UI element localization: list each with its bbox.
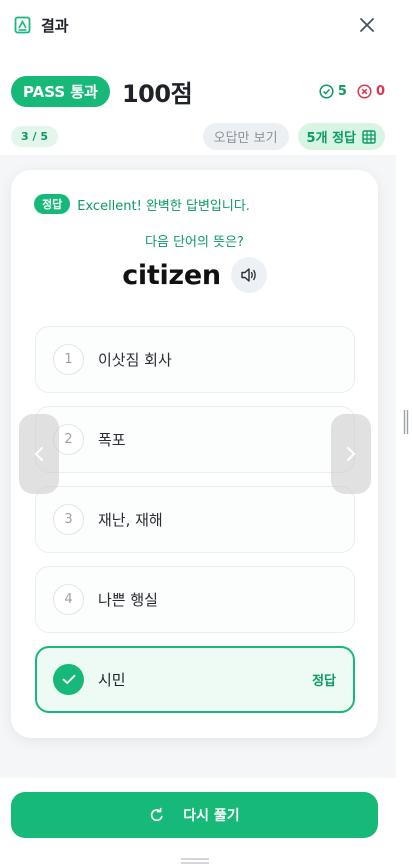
- tally: 5 0: [319, 84, 385, 99]
- page-title: 결과: [41, 16, 69, 35]
- wrong-count: 0: [357, 84, 385, 99]
- option-number: 1: [53, 344, 84, 375]
- x-circle-icon: [357, 84, 372, 99]
- close-icon[interactable]: [352, 10, 382, 40]
- chevron-right-icon: [347, 447, 356, 461]
- option-4[interactable]: 4 나쁜 행실: [35, 566, 355, 633]
- wrong-only-button[interactable]: 오답만 보기: [202, 123, 289, 150]
- correct-tag: 정답: [34, 194, 71, 214]
- correct-grid-button[interactable]: 5개 정답: [297, 123, 385, 150]
- option-number: 3: [53, 504, 84, 535]
- option-label: 이삿짐 회사: [98, 351, 172, 369]
- refresh-icon: [151, 807, 163, 822]
- retry-button[interactable]: 다시 풀기: [11, 792, 378, 838]
- option-2[interactable]: 2 폭포: [35, 406, 355, 473]
- option-label: 나쁜 행실: [98, 591, 158, 609]
- prev-button[interactable]: [19, 414, 59, 494]
- check-icon: [53, 664, 84, 695]
- correct-count: 5: [319, 84, 347, 99]
- feedback: 정답 Excellent! 완벽한 답변입니다.: [34, 194, 250, 214]
- doc-icon: [14, 16, 31, 34]
- grid-icon: [362, 129, 376, 144]
- question-card: 정답 Excellent! 완벽한 답변입니다. 다음 단어의 뜻은? citi…: [11, 170, 378, 738]
- word-row: citizen: [11, 257, 378, 293]
- header: 결과: [0, 0, 396, 50]
- option-number: 4: [53, 584, 84, 615]
- progress-indicator: 3 / 5: [11, 126, 58, 147]
- option-5-correct[interactable]: 시민 정답: [35, 646, 355, 713]
- chevron-left-icon: [34, 447, 43, 461]
- option-label: 시민: [98, 671, 126, 689]
- question-prompt: 다음 단어의 뜻은?: [145, 235, 244, 250]
- score: 100점: [121, 80, 193, 108]
- speaker-icon[interactable]: [230, 257, 267, 293]
- option-1[interactable]: 1 이삿짐 회사: [35, 326, 355, 393]
- option-label: 재난, 재해: [98, 511, 163, 529]
- app: 결과 PASS 통과 100점 5 0 3 / 5 오답만 보기 5개 정답 정…: [0, 0, 396, 867]
- drag-handle-icon: [181, 858, 209, 864]
- result-summary: PASS 통과 100점 5 0 3 / 5 오답만 보기 5개 정답: [0, 50, 396, 155]
- footer: 다시 풀기: [0, 778, 396, 867]
- feedback-message: Excellent! 완벽한 답변입니다.: [77, 198, 250, 214]
- check-circle-icon: [319, 84, 334, 99]
- option-3[interactable]: 3 재난, 재해: [35, 486, 355, 553]
- next-button[interactable]: [331, 414, 371, 494]
- question-word: citizen: [122, 259, 221, 291]
- answer-tag: 정답: [312, 674, 336, 689]
- option-label: 폭포: [98, 431, 126, 449]
- pass-badge: PASS 통과: [11, 76, 110, 107]
- resize-grip-icon[interactable]: [403, 410, 409, 434]
